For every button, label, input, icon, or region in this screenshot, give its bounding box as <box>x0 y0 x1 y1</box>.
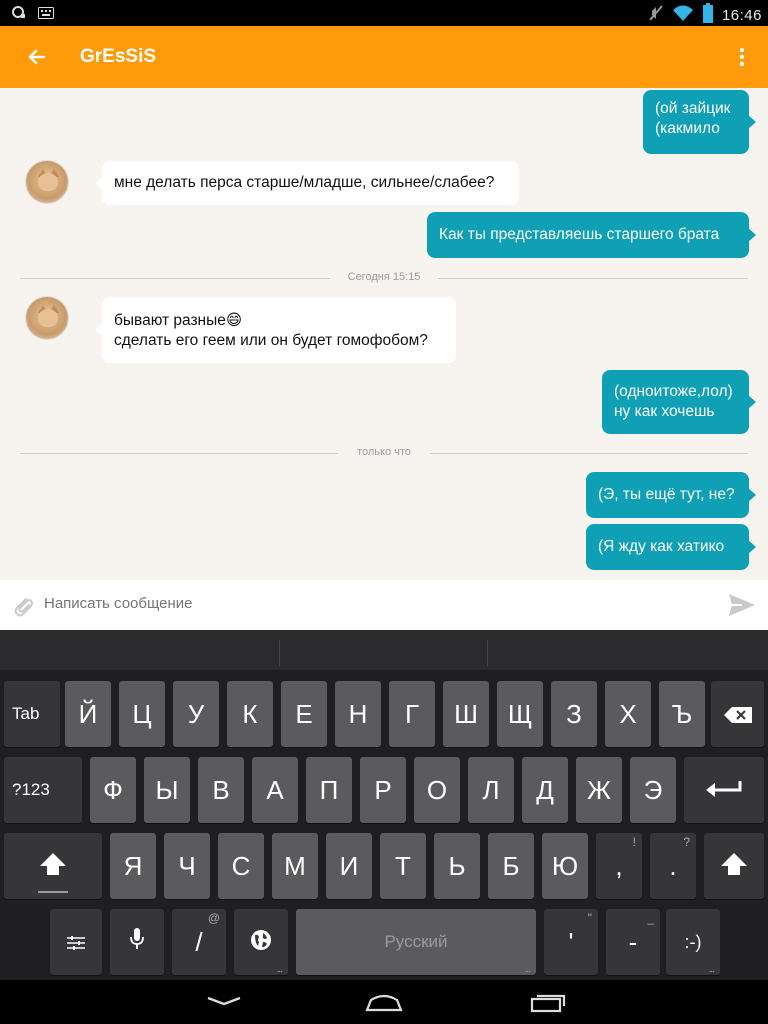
shift-icon <box>721 851 747 882</box>
key[interactable]: Л <box>468 757 514 823</box>
key-enter[interactable] <box>684 757 764 823</box>
shift-icon <box>40 851 66 882</box>
key[interactable]: Э <box>630 757 676 823</box>
key-voice[interactable] <box>110 909 164 975</box>
globe-icon <box>250 927 272 958</box>
key[interactable]: Й <box>65 681 111 747</box>
key[interactable]: И <box>326 833 372 899</box>
key[interactable]: У <box>173 681 219 747</box>
key[interactable]: Ы <box>144 757 190 823</box>
key[interactable]: Р <box>360 757 406 823</box>
key[interactable]: Ш <box>443 681 489 747</box>
nav-home-icon[interactable] <box>362 990 406 1014</box>
suggestion-strip[interactable] <box>0 630 768 670</box>
key-apostrophe[interactable]: ' " <box>544 909 598 975</box>
key-settings[interactable] <box>50 909 102 975</box>
navigation-bar <box>0 980 768 1024</box>
composer <box>0 580 768 630</box>
app-bar: GrEsSiS <box>0 26 768 88</box>
key[interactable]: Ф <box>90 757 136 823</box>
key[interactable]: Б <box>488 833 534 899</box>
send-icon[interactable] <box>728 592 756 618</box>
battery-icon <box>702 3 714 28</box>
key-language[interactable]: ... <box>234 909 288 975</box>
key[interactable]: Я <box>110 833 156 899</box>
wifi-icon <box>672 4 694 27</box>
key-symbols[interactable]: ?123 <box>4 757 82 823</box>
key[interactable]: Ц <box>119 681 165 747</box>
avatar[interactable] <box>25 296 69 340</box>
key[interactable]: Щ <box>497 681 543 747</box>
key[interactable]: М <box>272 833 318 899</box>
message-input[interactable] <box>44 595 684 612</box>
key-tab[interactable]: Tab <box>4 681 60 747</box>
key-slash[interactable]: / @ <box>172 909 226 975</box>
notification-icon <box>12 5 26 24</box>
date-divider: Сегодня 15:15 <box>20 271 748 285</box>
key[interactable]: Т <box>380 833 426 899</box>
key-shift-left[interactable] <box>4 833 102 899</box>
key-space[interactable]: Русский ... <box>296 909 536 975</box>
key[interactable]: Х <box>605 681 651 747</box>
message-bubble-outgoing[interactable]: (Э, ты ещё тут, не? <box>586 472 756 518</box>
key[interactable]: Ю <box>542 833 588 899</box>
message-bubble-outgoing[interactable]: Как ты представляешь старшего брата <box>427 212 756 258</box>
key-shift-right[interactable] <box>704 833 764 899</box>
key[interactable]: Д <box>522 757 568 823</box>
key-period[interactable]: . ? <box>650 833 696 899</box>
more-vert-icon[interactable] <box>736 44 748 70</box>
message-list[interactable]: (ой зайцик (какмило мне делать перса ста… <box>0 88 768 580</box>
key-comma[interactable]: , ! <box>596 833 642 899</box>
key[interactable]: Ж <box>576 757 622 823</box>
enter-icon <box>706 775 742 806</box>
sliders-icon <box>67 927 85 958</box>
microphone-icon <box>129 927 145 958</box>
key[interactable]: О <box>414 757 460 823</box>
message-bubble-outgoing[interactable]: (однoитоже,лол) ну как хочешь <box>602 370 756 434</box>
message-bubble-outgoing[interactable]: (ой зайцик (какмило <box>643 90 756 154</box>
key[interactable]: К <box>227 681 273 747</box>
key[interactable]: Ъ <box>659 681 705 747</box>
backspace-icon <box>723 699 752 730</box>
key[interactable]: П <box>306 757 352 823</box>
time-divider: только что <box>20 446 748 460</box>
key[interactable]: С <box>218 833 264 899</box>
key[interactable]: В <box>198 757 244 823</box>
key[interactable]: А <box>252 757 298 823</box>
message-bubble-outgoing[interactable]: (Я жду как хатико <box>586 524 756 570</box>
status-bar: 16:46 <box>0 0 768 26</box>
mute-icon <box>648 4 664 27</box>
message-bubble-incoming[interactable]: мне делать перса старше/младше, сильнее/… <box>95 161 519 205</box>
key[interactable]: Ч <box>164 833 210 899</box>
clock: 16:46 <box>721 7 762 24</box>
avatar[interactable] <box>25 160 69 204</box>
paperclip-icon[interactable] <box>10 593 36 619</box>
chat-title[interactable]: GrEsSiS <box>80 46 156 68</box>
nav-back-icon[interactable] <box>202 990 246 1014</box>
key[interactable]: Г <box>389 681 435 747</box>
key[interactable]: Н <box>335 681 381 747</box>
nav-recents-icon[interactable] <box>526 990 570 1014</box>
key-backspace[interactable] <box>711 681 764 747</box>
key-dash[interactable]: - _ <box>606 909 660 975</box>
keyboard-icon <box>38 6 54 24</box>
soft-keyboard: Tab Й Ц У К Е Н Г Ш Щ З Х Ъ ?123 Ф Ы В А… <box>0 630 768 980</box>
key[interactable]: З <box>551 681 597 747</box>
key[interactable]: Ь <box>434 833 480 899</box>
key-smiley[interactable]: :-) ... <box>666 909 720 975</box>
key[interactable]: Е <box>281 681 327 747</box>
arrow-left-icon[interactable] <box>22 42 52 72</box>
message-bubble-incoming[interactable]: бывают разные😄 сделать его геем или он б… <box>95 297 456 363</box>
